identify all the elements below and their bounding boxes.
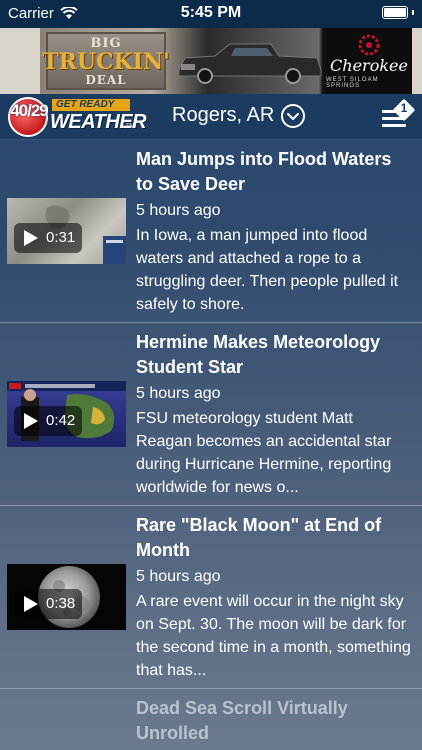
video-duration-pill: 0:31 [14,223,82,253]
video-thumbnail[interactable]: 0:31 [7,198,126,264]
play-icon [24,596,38,612]
chevron-down-icon [287,113,299,120]
brand-word: WEATHER [50,111,147,133]
brand-logo[interactable]: 40/29 GET READY WEATHER TM [8,97,147,137]
video-duration: 0:42 [46,412,76,429]
status-right [382,6,414,19]
story-time: 5 hours ago [136,385,221,402]
ad-banner[interactable]: BIG TRUCKIN' DEAL Cherokee WEST SILOAM S… [0,28,422,94]
menu-line [382,124,406,127]
video-thumbnail[interactable]: 0:38 [7,564,126,630]
story-time: 5 hours ago [136,568,221,585]
play-icon [24,230,38,246]
ad-line2: TRUCKIN' [42,48,170,75]
notification-badge-count: 1 [400,101,408,115]
story-list[interactable]: 0:31 Man Jumps into Flood Waters to Save… [0,140,422,750]
brand-tm: TM [126,124,135,130]
story-item[interactable]: 0:31 Man Jumps into Flood Waters to Save… [0,140,422,323]
story-description: A rare event will occur in the night sky… [136,593,411,679]
location-dropdown-button[interactable] [281,104,305,128]
video-thumbnail[interactable]: 0:42 [7,381,126,447]
story-item[interactable]: Dead Sea Scroll Virtually Unrolled [0,689,422,750]
status-bar: Carrier 5:45 PM [0,0,422,28]
story-item[interactable]: 0:42 Hermine Makes Meteorology Student S… [0,323,422,506]
brand-number: 40/29 [10,101,49,120]
menu-button[interactable]: 1 [382,98,416,130]
story-title[interactable]: Rare "Black Moon" at End of Month [136,513,412,563]
story-title[interactable]: Man Jumps into Flood Waters to Save Deer [136,147,412,197]
sponsor-emblem-icon [358,34,380,55]
video-duration: 0:38 [46,595,76,612]
sponsor-sub: WEST SILOAM SPRINGS [326,76,379,89]
story-item[interactable]: 0:38 Rare "Black Moon" at End of Month 5… [0,506,422,689]
video-duration-pill: 0:42 [14,406,82,436]
story-description: FSU meteorology student Matt Reagan beco… [136,410,392,496]
ad-image[interactable]: BIG TRUCKIN' DEAL Cherokee WEST SILOAM S… [40,28,412,94]
story-title[interactable]: Hermine Makes Meteorology Student Star [136,330,412,380]
story-description: In Iowa, a man jumped into flood waters … [136,227,399,313]
status-time: 5:45 PM [180,4,242,21]
nav-bar: 40/29 GET READY WEATHER TM Rogers, AR 1 [0,94,422,140]
truck-icon [178,43,322,84]
battery-icon [382,6,408,19]
video-duration-pill: 0:38 [14,589,82,619]
story-time: 5 hours ago [136,202,221,219]
sponsor-name: Cherokee [330,55,408,75]
video-duration: 0:31 [46,229,76,246]
ad-line3: DEAL [85,72,127,87]
brand-tagline: GET READY [52,99,130,111]
sponsor-logo: Cherokee WEST SILOAM SPRINGS [326,28,412,94]
play-icon [24,413,38,429]
location-label[interactable]: Rogers, AR [172,104,274,127]
ad-sign: BIG TRUCKIN' DEAL [42,32,170,90]
story-title[interactable]: Dead Sea Scroll Virtually Unrolled [136,696,412,746]
